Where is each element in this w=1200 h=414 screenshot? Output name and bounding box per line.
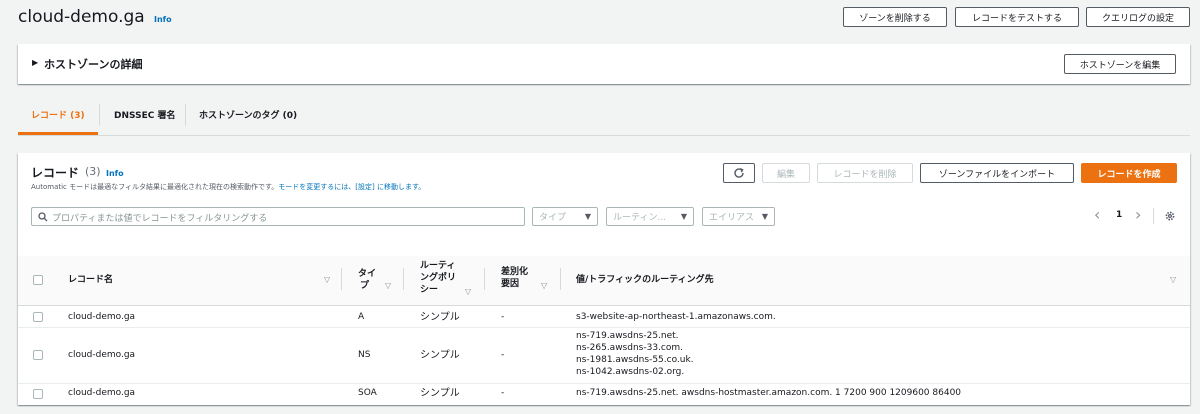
row-divider	[18, 327, 1190, 328]
refresh-icon	[734, 167, 744, 178]
record-value: s3-website-ap-northeast-1.amazonaws.com.	[576, 312, 776, 322]
column-header-type-line1: タイ	[358, 269, 377, 279]
record-routing: シンプル	[420, 312, 460, 323]
record-value-line: ns-1981.awsdns-55.co.uk.	[576, 355, 694, 365]
record-value-line: ns-719.awsdns-25.net.	[576, 331, 679, 341]
sort-icon[interactable]: ▽	[1170, 275, 1176, 284]
tab-records[interactable]: レコード (3)	[31, 108, 85, 121]
record-name: cloud-demo.ga	[68, 312, 136, 322]
records-info-link[interactable]: Info	[106, 169, 124, 178]
column-divider	[484, 268, 485, 290]
header-divider	[18, 305, 1190, 306]
caret-down-icon: ▼	[680, 212, 687, 221]
column-header-name[interactable]: レコード名	[68, 274, 113, 286]
column-header-routing-line2: ングポリ	[420, 273, 457, 283]
record-routing: シンプル	[420, 350, 460, 361]
records-title: レコード	[31, 166, 80, 180]
record-differentiator: -	[501, 388, 505, 398]
column-header-value[interactable]: 値/トラフィックのルーティング先	[576, 274, 714, 286]
column-divider	[341, 268, 342, 290]
sort-icon[interactable]: ▽	[324, 275, 330, 284]
delete-record-button[interactable]: レコードを削除	[817, 163, 913, 183]
search-placeholder: プロパティまたは値でレコードをフィルタリングする	[52, 214, 268, 224]
record-type: A	[358, 312, 365, 322]
caret-down-icon: ▼	[584, 212, 591, 221]
caret-down-icon: ▼	[761, 212, 768, 221]
gear-icon[interactable]	[1164, 210, 1176, 222]
record-value-line: ns-265.awsdns-33.com.	[576, 343, 683, 353]
column-header-routing-line1: ルーティ	[420, 261, 456, 271]
mode-settings-link[interactable]: モードを変更するには、[設定] に移動します。	[278, 183, 425, 191]
column-header-routing[interactable]: ルーティ ングポリ シー	[420, 260, 456, 296]
type-filter-select[interactable]: タイプ ▼	[532, 207, 598, 226]
tab-tags[interactable]: ホストゾーンのタグ (0)	[199, 108, 297, 121]
record-value-line: ns-1042.awsdns-02.org.	[576, 367, 685, 377]
page-number[interactable]: 1	[1116, 210, 1122, 220]
records-description: Automatic モードは最適なフィルタ結果に最適化された現在の検索動作です。…	[31, 182, 425, 192]
column-header-type-line2: プ	[360, 281, 370, 291]
tab-divider	[185, 104, 186, 126]
tab-dnssec[interactable]: DNSSEC 署名	[114, 108, 175, 121]
alias-filter-label: エイリアス	[709, 213, 755, 223]
column-divider	[403, 268, 404, 290]
page-info-link[interactable]: Info	[154, 15, 172, 24]
record-type: SOA	[358, 388, 377, 398]
row-checkbox[interactable]	[33, 312, 43, 322]
sort-icon[interactable]: ▽	[385, 281, 391, 290]
column-header-diff-line2: 要因	[501, 279, 520, 289]
type-filter-label: タイプ	[539, 213, 567, 223]
row-checkbox[interactable]	[33, 350, 43, 360]
record-name: cloud-demo.ga	[68, 350, 136, 360]
prev-page-icon[interactable]: ‹	[1094, 205, 1100, 224]
row-checkbox[interactable]	[33, 389, 43, 399]
sort-icon[interactable]: ▽	[465, 287, 471, 296]
routing-filter-select[interactable]: ルーティン... ▼	[606, 207, 694, 226]
search-icon	[38, 212, 48, 222]
sort-icon[interactable]: ▽	[541, 281, 547, 290]
hosted-zone-details-panel: ▶ ホストゾーンの詳細 ホストゾーンを編集	[18, 44, 1190, 84]
refresh-button[interactable]	[723, 163, 755, 183]
alias-filter-select[interactable]: エイリアス ▼	[702, 207, 775, 226]
record-differentiator: -	[501, 350, 505, 360]
record-name: cloud-demo.ga	[68, 388, 136, 398]
import-zone-file-button[interactable]: ゾーンファイルをインポート	[920, 163, 1074, 183]
record-type: NS	[358, 350, 371, 360]
column-header-type[interactable]: タイ プ	[358, 268, 376, 292]
edit-hosted-zone-button[interactable]: ホストゾーンを編集	[1064, 54, 1176, 74]
mode-description: Automatic モードは最適なフィルタ結果に最適化された現在の検索動作です。	[31, 183, 279, 191]
details-title[interactable]: ホストゾーンの詳細	[44, 56, 142, 72]
column-header-routing-line3: シー	[420, 285, 439, 295]
edit-record-button[interactable]: 編集	[762, 163, 810, 183]
next-page-icon[interactable]: ›	[1135, 205, 1141, 224]
column-divider	[560, 268, 561, 290]
tabs-bottom-border	[18, 135, 1190, 136]
create-record-button[interactable]: レコードを作成	[1081, 163, 1177, 183]
record-value: ns-719.awsdns-25.net. awsdns-hostmaster.…	[576, 388, 962, 398]
page-title: cloud-demo.ga	[18, 7, 145, 27]
row-divider	[18, 383, 1190, 384]
query-log-button[interactable]: クエリログの設定	[1086, 7, 1190, 27]
routing-filter-label: ルーティン...	[613, 213, 667, 223]
column-header-differentiator[interactable]: 差別化 要因	[501, 266, 528, 290]
expand-icon[interactable]: ▶	[32, 58, 38, 67]
record-routing: シンプル	[420, 388, 460, 399]
record-differentiator: -	[501, 312, 505, 322]
select-all-checkbox[interactable]	[33, 275, 43, 285]
test-record-button[interactable]: レコードをテストする	[955, 7, 1079, 27]
search-input[interactable]: プロパティまたは値でレコードをフィルタリングする	[31, 207, 525, 226]
delete-zone-button[interactable]: ゾーンを削除する	[843, 7, 947, 27]
column-header-diff-line1: 差別化	[501, 267, 529, 277]
tab-divider	[99, 104, 100, 126]
records-count: (3)	[85, 165, 101, 178]
pagination-divider	[1153, 208, 1154, 224]
